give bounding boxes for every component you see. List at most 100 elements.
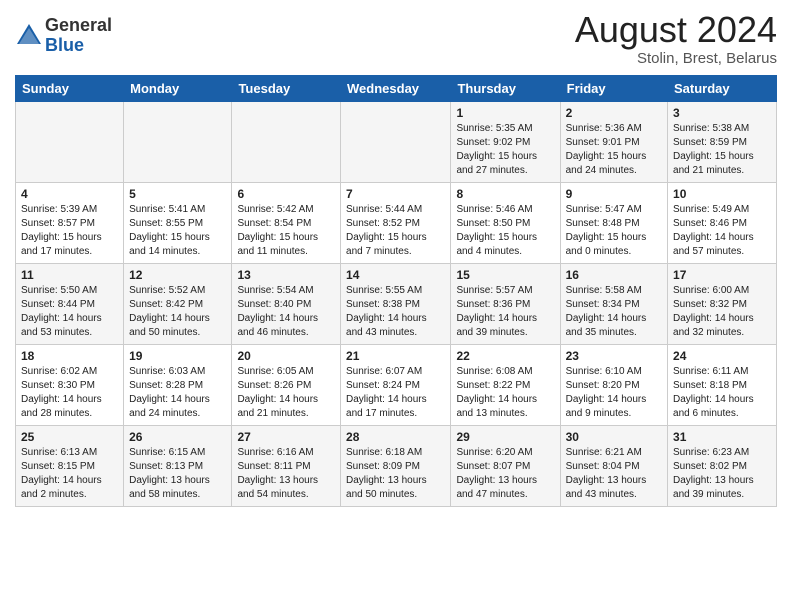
day-number: 10 [673,187,771,201]
day-number: 6 [237,187,335,201]
calendar-week-row: 11 Sunrise: 5:50 AM Sunset: 8:44 PM Dayli… [16,263,777,344]
logo-text: General Blue [45,16,112,56]
cell-details: Sunrise: 6:18 AM Sunset: 8:09 PM Dayligh… [346,446,445,502]
cell-details: Sunrise: 6:02 AM Sunset: 8:30 PM Dayligh… [21,365,118,421]
cell-details: Sunrise: 6:21 AM Sunset: 8:04 PM Dayligh… [566,446,662,502]
cell-details: Sunrise: 6:11 AM Sunset: 8:18 PM Dayligh… [673,365,771,421]
col-header-sunday: Sunday [16,75,124,101]
day-number: 29 [456,430,554,444]
calendar-cell: 7 Sunrise: 5:44 AM Sunset: 8:52 PM Daylig… [341,182,451,263]
day-number: 13 [237,268,335,282]
calendar-cell: 15 Sunrise: 5:57 AM Sunset: 8:36 PM Dayli… [451,263,560,344]
calendar-cell: 19 Sunrise: 6:03 AM Sunset: 8:28 PM Dayli… [124,344,232,425]
day-number: 1 [456,106,554,120]
calendar-cell: 24 Sunrise: 6:11 AM Sunset: 8:18 PM Dayli… [668,344,777,425]
day-number: 14 [346,268,445,282]
day-number: 2 [566,106,662,120]
day-number: 27 [237,430,335,444]
calendar-cell: 17Sunrise: 6:00 AM Sunset: 8:32 PM Dayli… [668,263,777,344]
calendar-table: SundayMondayTuesdayWednesdayThursdayFrid… [15,75,777,507]
calendar-cell: 14 Sunrise: 5:55 AM Sunset: 8:38 PM Dayli… [341,263,451,344]
cell-details: Sunrise: 5:39 AM Sunset: 8:57 PM Dayligh… [21,203,118,259]
calendar-cell: 2 Sunrise: 5:36 AM Sunset: 9:01 PM Daylig… [560,101,667,182]
calendar-cell: 23Sunrise: 6:10 AM Sunset: 8:20 PM Dayli… [560,344,667,425]
calendar-cell: 5 Sunrise: 5:41 AM Sunset: 8:55 PM Daylig… [124,182,232,263]
cell-details: Sunrise: 5:46 AM Sunset: 8:50 PM Dayligh… [456,203,554,259]
calendar-cell: 11 Sunrise: 5:50 AM Sunset: 8:44 PM Dayli… [16,263,124,344]
day-number: 12 [129,268,226,282]
day-number: 26 [129,430,226,444]
cell-details: Sunrise: 5:49 AM Sunset: 8:46 PM Dayligh… [673,203,771,259]
day-number: 17 [673,268,771,282]
calendar-cell: 25 Sunrise: 6:13 AM Sunset: 8:15 PM Dayli… [16,425,124,506]
cell-details: Sunrise: 5:57 AM Sunset: 8:36 PM Dayligh… [456,284,554,340]
calendar-cell: 16Sunrise: 5:58 AM Sunset: 8:34 PM Dayli… [560,263,667,344]
logo-general-text: General [45,16,112,36]
calendar-cell: 31 Sunrise: 6:23 AM Sunset: 8:02 PM Dayli… [668,425,777,506]
calendar-cell: 8 Sunrise: 5:46 AM Sunset: 8:50 PM Daylig… [451,182,560,263]
col-header-wednesday: Wednesday [341,75,451,101]
calendar-cell: 20Sunrise: 6:05 AM Sunset: 8:26 PM Dayli… [232,344,341,425]
cell-details: Sunrise: 5:41 AM Sunset: 8:55 PM Dayligh… [129,203,226,259]
cell-details: Sunrise: 6:10 AM Sunset: 8:20 PM Dayligh… [566,365,662,421]
day-number: 11 [21,268,118,282]
day-number: 19 [129,349,226,363]
calendar-cell: 9 Sunrise: 5:47 AM Sunset: 8:48 PM Daylig… [560,182,667,263]
cell-details: Sunrise: 5:42 AM Sunset: 8:54 PM Dayligh… [237,203,335,259]
cell-details: Sunrise: 6:20 AM Sunset: 8:07 PM Dayligh… [456,446,554,502]
cell-details: Sunrise: 5:54 AM Sunset: 8:40 PM Dayligh… [237,284,335,340]
cell-details: Sunrise: 6:16 AM Sunset: 8:11 PM Dayligh… [237,446,335,502]
logo-blue-text: Blue [45,36,112,56]
day-number: 9 [566,187,662,201]
col-header-friday: Friday [560,75,667,101]
cell-details: Sunrise: 5:55 AM Sunset: 8:38 PM Dayligh… [346,284,445,340]
calendar-week-row: 4 Sunrise: 5:39 AM Sunset: 8:57 PM Daylig… [16,182,777,263]
cell-details: Sunrise: 5:47 AM Sunset: 8:48 PM Dayligh… [566,203,662,259]
calendar-cell [341,101,451,182]
calendar-cell [232,101,341,182]
calendar-cell [16,101,124,182]
cell-details: Sunrise: 5:50 AM Sunset: 8:44 PM Dayligh… [21,284,118,340]
cell-details: Sunrise: 5:35 AM Sunset: 9:02 PM Dayligh… [456,122,554,178]
day-number: 4 [21,187,118,201]
cell-details: Sunrise: 5:44 AM Sunset: 8:52 PM Dayligh… [346,203,445,259]
cell-details: Sunrise: 5:58 AM Sunset: 8:34 PM Dayligh… [566,284,662,340]
cell-details: Sunrise: 6:13 AM Sunset: 8:15 PM Dayligh… [21,446,118,502]
day-number: 24 [673,349,771,363]
cell-details: Sunrise: 6:08 AM Sunset: 8:22 PM Dayligh… [456,365,554,421]
day-number: 31 [673,430,771,444]
col-header-tuesday: Tuesday [232,75,341,101]
location-subtitle: Stolin, Brest, Belarus [575,50,777,67]
day-number: 5 [129,187,226,201]
calendar-cell: 12 Sunrise: 5:52 AM Sunset: 8:42 PM Dayli… [124,263,232,344]
calendar-cell: 30 Sunrise: 6:21 AM Sunset: 8:04 PM Dayli… [560,425,667,506]
calendar-week-row: 1 Sunrise: 5:35 AM Sunset: 9:02 PM Daylig… [16,101,777,182]
logo-icon [15,22,43,50]
calendar-cell: 10 Sunrise: 5:49 AM Sunset: 8:46 PM Dayli… [668,182,777,263]
cell-details: Sunrise: 6:05 AM Sunset: 8:26 PM Dayligh… [237,365,335,421]
calendar-cell: 28Sunrise: 6:18 AM Sunset: 8:09 PM Dayli… [341,425,451,506]
cell-details: Sunrise: 5:36 AM Sunset: 9:01 PM Dayligh… [566,122,662,178]
calendar-cell [124,101,232,182]
calendar-cell: 6 Sunrise: 5:42 AM Sunset: 8:54 PM Daylig… [232,182,341,263]
day-number: 30 [566,430,662,444]
calendar-cell: 21Sunrise: 6:07 AM Sunset: 8:24 PM Dayli… [341,344,451,425]
calendar-cell: 26Sunrise: 6:15 AM Sunset: 8:13 PM Dayli… [124,425,232,506]
day-number: 15 [456,268,554,282]
title-block: August 2024 Stolin, Brest, Belarus [575,10,777,67]
logo: General Blue [15,16,112,56]
day-number: 18 [21,349,118,363]
day-number: 21 [346,349,445,363]
col-header-monday: Monday [124,75,232,101]
calendar-week-row: 25 Sunrise: 6:13 AM Sunset: 8:15 PM Dayli… [16,425,777,506]
calendar-cell: 13 Sunrise: 5:54 AM Sunset: 8:40 PM Dayli… [232,263,341,344]
cell-details: Sunrise: 6:03 AM Sunset: 8:28 PM Dayligh… [129,365,226,421]
day-number: 8 [456,187,554,201]
calendar-header-row: SundayMondayTuesdayWednesdayThursdayFrid… [16,75,777,101]
day-number: 25 [21,430,118,444]
calendar-cell: 4 Sunrise: 5:39 AM Sunset: 8:57 PM Daylig… [16,182,124,263]
day-number: 7 [346,187,445,201]
cell-details: Sunrise: 6:23 AM Sunset: 8:02 PM Dayligh… [673,446,771,502]
col-header-saturday: Saturday [668,75,777,101]
cell-details: Sunrise: 5:52 AM Sunset: 8:42 PM Dayligh… [129,284,226,340]
